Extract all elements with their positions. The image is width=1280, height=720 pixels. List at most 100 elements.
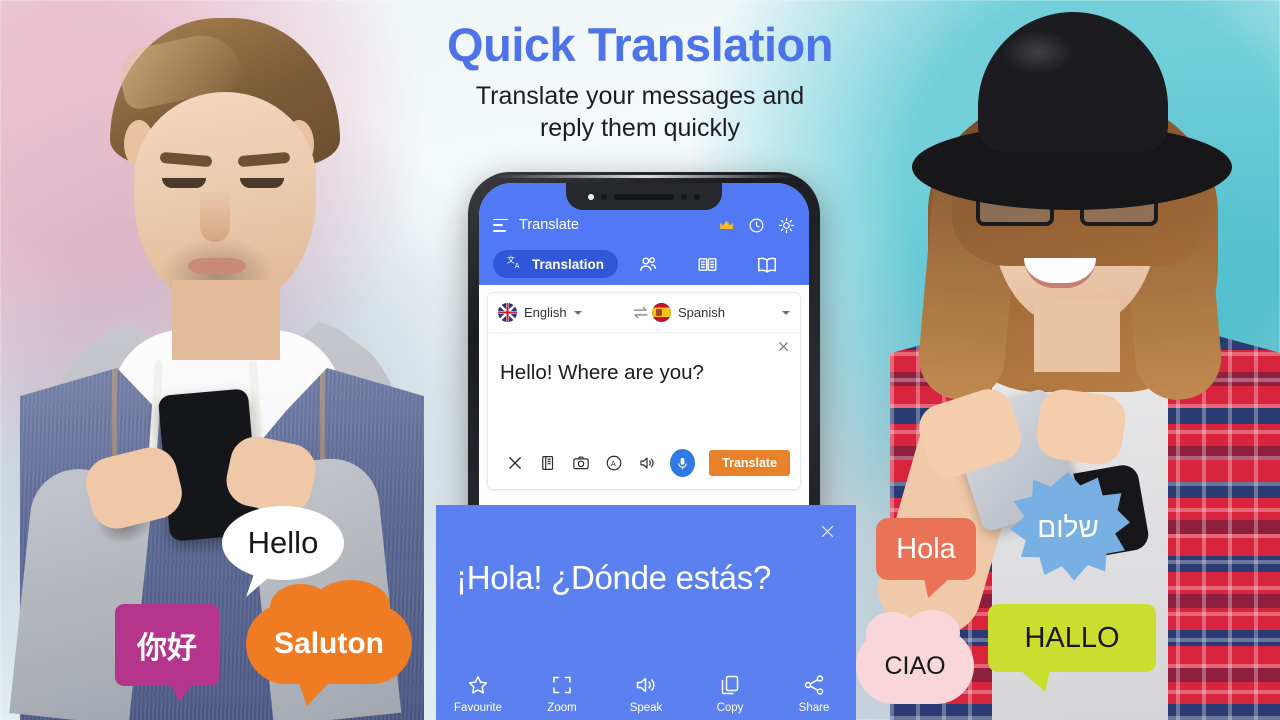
target-language-label: Spanish [678,305,725,320]
phone-notch [566,183,722,210]
bubble-hola: Hola [876,518,976,580]
bubble-ciao-text: CIAO [884,651,946,680]
camera-button[interactable] [564,454,597,472]
zoom-frame-icon [553,676,571,694]
source-text-area[interactable]: Hello! Where are you? [488,333,800,441]
input-toolbar: A Translate [488,441,800,489]
speak-button[interactable] [631,454,664,472]
brightness-sun-icon[interactable] [778,217,795,234]
action-copy[interactable]: Copy [688,673,772,714]
bubble-nihao: 你好 [115,604,219,686]
speaker-grille-icon [614,193,674,200]
handwriting-button[interactable]: A [598,454,631,472]
bubble-saluton: Saluton [246,580,412,706]
headline-block: Quick Translation Translate your message… [0,20,1280,144]
app-top-bar: Translate [493,209,795,241]
microphone-icon [678,457,687,469]
page-title: Quick Translation [447,18,833,71]
bubble-ciao: CIAO [856,610,974,704]
translation-card: English Spanish Hello! Where are you? A … [487,292,801,490]
action-favourite[interactable]: Favourite [436,673,520,714]
swap-arrows-icon [633,306,647,319]
action-speak[interactable]: Speak [604,673,688,714]
bubble-nihao-text: 你好 [137,632,197,665]
action-copy-label: Copy [716,702,744,714]
dictionary-icon [541,456,553,470]
nose [200,190,230,242]
dictionary-button[interactable] [531,454,564,472]
sensor-dot-icon [694,193,700,200]
star-icon [468,676,488,694]
svg-text:A: A [515,262,520,270]
bubble-saluton-text: Saluton [274,627,384,660]
source-language-selector[interactable]: English [498,303,628,322]
svg-text:A: A [611,459,616,468]
action-favourite-label: Favourite [454,702,502,714]
conversation-people-icon [638,254,658,274]
translate-button[interactable]: Translate [709,450,791,476]
action-zoom[interactable]: Zoom [520,673,604,714]
crown-icon[interactable] [718,217,735,234]
svg-text:文: 文 [507,255,515,265]
clear-icon [508,457,521,469]
bubble-hallo: HALLO [988,604,1156,672]
copy-icon [721,675,739,695]
bubble-hello-text: Hello [247,525,319,560]
translated-text: ¡Hola! ¿Dónde estás? [456,559,771,596]
hand [1033,386,1129,468]
app-tab-bar: 文 A Translation [493,241,795,285]
subtitle-line-2: reply them quickly [539,114,741,143]
eye [240,178,284,188]
source-language-label: English [524,305,567,320]
chevron-down-icon [782,310,790,315]
phrasebook-cards-icon [697,254,717,274]
speaker-icon [640,457,654,469]
translate-icon: 文 A [507,254,527,274]
neck [1034,300,1120,372]
tab-dictionary[interactable] [736,250,795,278]
swap-languages-button[interactable] [628,303,652,322]
speaker-icon [636,677,655,693]
source-text: Hello! Where are you? [500,361,704,384]
clock-history-icon[interactable] [748,217,765,234]
bubble-hello: Hello [222,506,344,580]
sensor-dot-icon [601,193,607,200]
result-action-bar: Favourite Zoom Speak Copy Share [436,673,856,714]
bubble-hallo-text: HALLO [1024,621,1120,654]
clear-button[interactable] [498,454,531,472]
neck [172,280,280,360]
bubble-shalom-text: שלום [1037,512,1099,543]
promo-screenshot: Quick Translation Translate your message… [0,0,1280,720]
language-selector-row: English Spanish [488,293,800,333]
uk-flag-icon [498,303,517,322]
spain-flag-icon [652,303,671,322]
eye [162,178,206,188]
bubble-hola-text: Hola [896,532,956,565]
tab-phrasebook[interactable] [677,250,736,278]
action-speak-label: Speak [629,702,663,714]
target-language-selector[interactable]: Spanish [652,303,782,322]
sensor-dot-icon [681,193,687,200]
header-icon-group [718,217,795,234]
camera-dot-icon [588,193,594,200]
close-overlay-button[interactable] [819,523,836,540]
action-share-label: Share [798,702,830,714]
chevron-down-icon [573,310,582,315]
tab-translation[interactable]: 文 A Translation [493,250,618,278]
share-icon [804,675,824,695]
translation-result-overlay: ¡Hola! ¿Dónde estás? Favourite Zoom Spea… [436,505,856,720]
hamburger-menu-icon[interactable] [493,218,508,232]
dictionary-book-icon [756,254,776,274]
tab-translation-label: Translation [531,256,604,272]
action-share[interactable]: Share [772,673,856,714]
camera-icon [573,456,589,470]
page-subtitle: Translate your messages and reply them q… [0,80,1280,144]
app-title: Translate [519,217,579,233]
subtitle-line-1: Translate your messages and [475,82,805,111]
mouth [188,258,246,274]
action-zoom-label: Zoom [547,702,577,714]
tab-conversation[interactable] [618,250,677,278]
clear-text-icon[interactable] [777,340,790,353]
voice-input-button[interactable] [670,449,696,477]
handwriting-icon: A [606,455,622,471]
